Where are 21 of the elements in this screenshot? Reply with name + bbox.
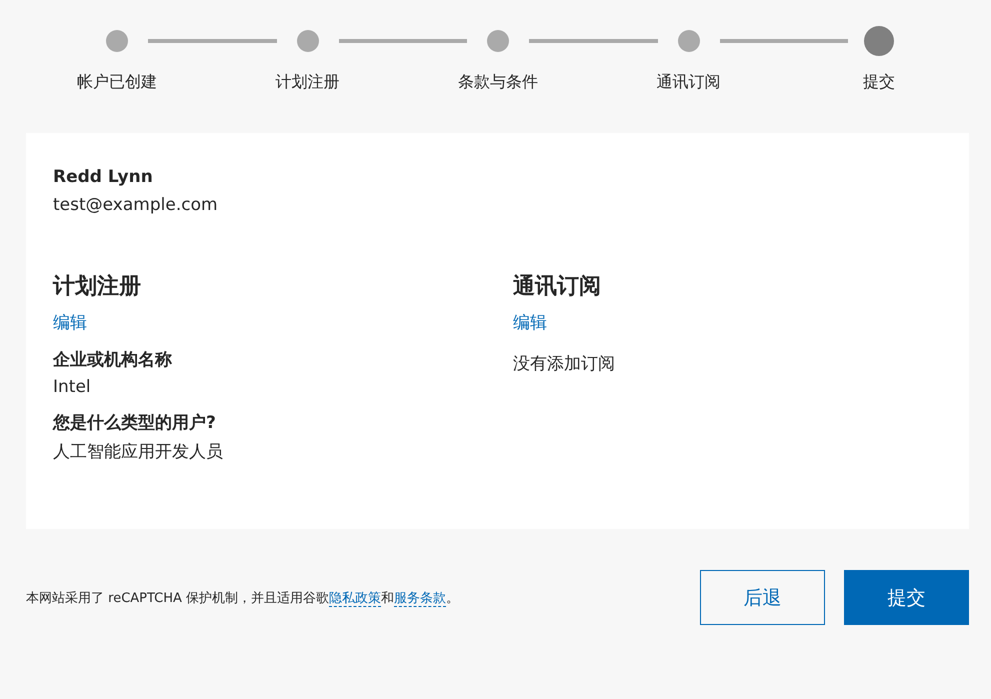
step-label: 通讯订阅	[656, 72, 720, 93]
submit-button[interactable]: 提交	[844, 570, 969, 625]
field-value: Intel	[53, 377, 92, 397]
recaptcha-notice: 本网站采用了 reCAPTCHA 保护机制，并且适用谷歌隐私政策和服务条款。	[26, 590, 460, 606]
back-button[interactable]: 后退	[700, 570, 825, 625]
edit-link[interactable]: 编辑	[53, 311, 87, 334]
step-label: 条款与条件	[458, 72, 538, 93]
field-label: 您是什么类型的用户?	[53, 412, 217, 434]
user-email: test@example.com	[53, 195, 219, 215]
field-label: 企业或机构名称	[53, 349, 173, 371]
step-label: 计划注册	[276, 72, 340, 93]
step-label: 帐户已创建	[77, 72, 157, 93]
section-title: 通讯订阅	[513, 273, 602, 301]
section-title: 计划注册	[53, 273, 142, 301]
step-label: 提交	[863, 72, 895, 93]
user-name: Redd Lynn	[53, 167, 154, 187]
terms-link[interactable]: 服务条款	[394, 590, 446, 606]
privacy-link[interactable]: 隐私政策	[329, 590, 382, 606]
edit-link[interactable]: 编辑	[513, 311, 547, 334]
empty-note: 没有添加订阅	[513, 353, 616, 375]
field-value: 人工智能应用开发人员	[53, 441, 224, 463]
